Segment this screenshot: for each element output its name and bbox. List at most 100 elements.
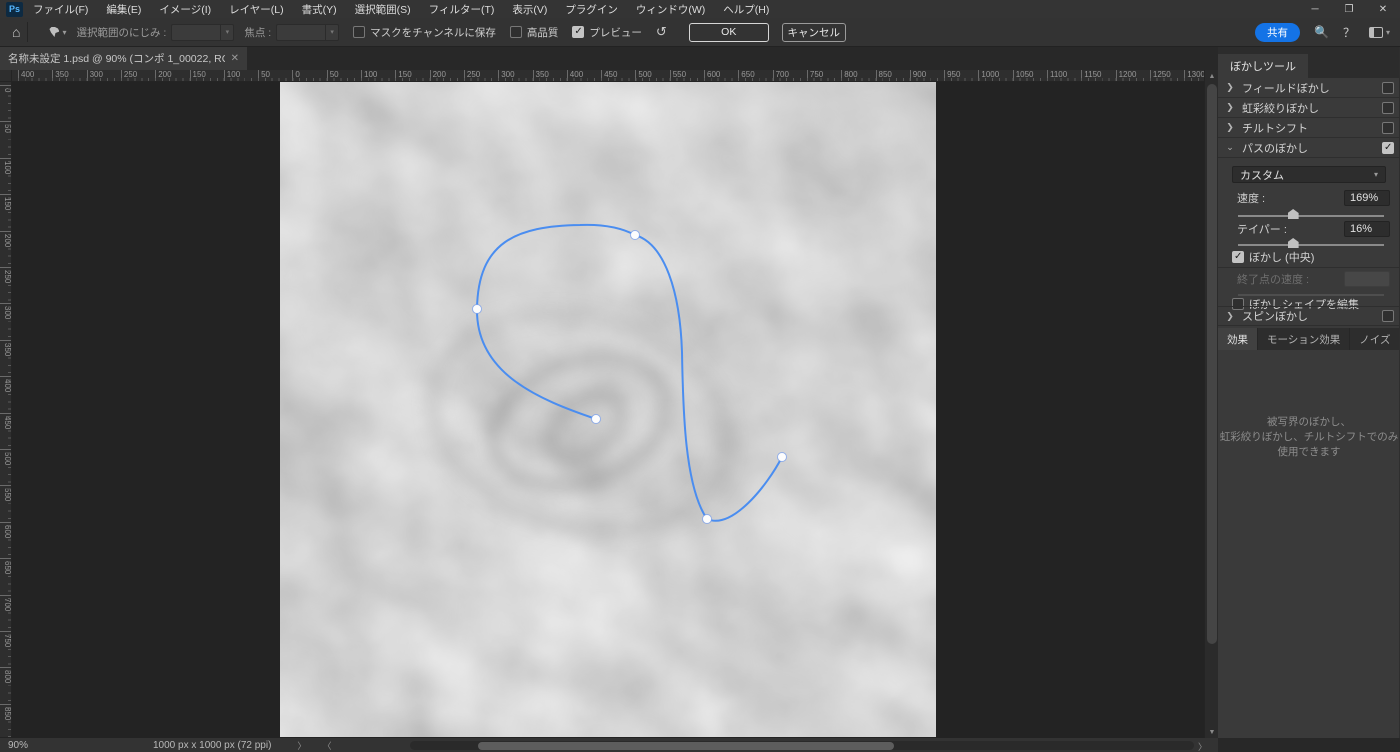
path-blur-overlay[interactable]: [280, 82, 936, 737]
vruler-label: 300: [0, 303, 11, 320]
hruler-label: 900: [909, 70, 926, 81]
blur-path-point-4[interactable]: [777, 452, 787, 462]
share-button[interactable]: 共有: [1255, 22, 1301, 42]
end-point-speed-row: 終了点の速度 :: [1237, 271, 1390, 287]
taper-slider-thumb[interactable]: [1287, 238, 1299, 248]
speed-slider-thumb[interactable]: [1287, 209, 1299, 219]
blur-preset-select[interactable]: カスタム ▾: [1232, 166, 1386, 183]
menu-item-4[interactable]: 書式(Y): [302, 2, 337, 17]
close-tab-icon[interactable]: ✕: [225, 53, 239, 64]
menu-item-2[interactable]: イメージ(I): [159, 2, 211, 17]
home-icon[interactable]: ⌂: [12, 24, 20, 40]
end-point-speed-label: 終了点の速度 :: [1237, 274, 1310, 286]
scroll-down-icon[interactable]: ▼: [1205, 726, 1219, 738]
taper-value-field[interactable]: 16%: [1344, 221, 1390, 237]
spin-blur-checkbox[interactable]: [1382, 310, 1394, 322]
panel-tab-bar: ぼかしツール: [1218, 47, 1400, 78]
menu-item-5[interactable]: 選択範囲(S): [355, 2, 411, 17]
pin-icon: [49, 27, 60, 37]
taper-slider[interactable]: [1238, 237, 1384, 248]
hruler-label: 800: [841, 70, 858, 81]
option-checkbox-row-0[interactable]: マスクをチャンネルに保存: [353, 25, 496, 40]
feather-input[interactable]: [171, 23, 222, 41]
document-tab[interactable]: 名称未設定 1.psd @ 90% (コンポ 1_00022, RGB/8#/C…: [0, 47, 247, 70]
speed-value-field[interactable]: 169%: [1344, 190, 1390, 206]
reset-icon[interactable]: ↺: [656, 24, 667, 40]
checkbox-icon[interactable]: [509, 26, 522, 38]
centered-blur-checkbox[interactable]: [1232, 251, 1244, 263]
ok-button[interactable]: OK: [688, 22, 769, 42]
checkbox-icon[interactable]: [572, 26, 585, 38]
hruler-label: 350: [532, 70, 549, 81]
effects-panel-body: 被写界のぼかし、 虹彩絞りぼかし、チルトシフトでのみ使用できます: [1218, 350, 1400, 724]
hruler-label: 650: [738, 70, 755, 81]
chevron-down-icon: ▾: [1385, 27, 1390, 37]
section-checkbox[interactable]: [1382, 121, 1394, 134]
section-checkbox[interactable]: [1382, 101, 1394, 114]
hruler-label: 250: [463, 70, 480, 81]
focus-input[interactable]: [276, 23, 327, 41]
section-2[interactable]: ❯ チルトシフト: [1218, 118, 1400, 138]
menu-item-3[interactable]: レイヤー(L): [229, 2, 284, 17]
status-menu-icon[interactable]: 〉: [297, 739, 306, 752]
feather-chevron-icon[interactable]: ▾: [221, 23, 235, 41]
horizontal-scroll-thumb[interactable]: [478, 741, 894, 750]
option-checkbox-row-1[interactable]: 高品質: [509, 25, 558, 40]
menu-item-0[interactable]: ファイル(F): [33, 2, 88, 17]
scroll-left-icon[interactable]: 〈: [322, 739, 331, 752]
focus-chevron-icon[interactable]: ▾: [326, 23, 340, 41]
menu-item-9[interactable]: ウィンドウ(W): [636, 2, 705, 17]
zoom-level-field[interactable]: 90%: [8, 740, 68, 751]
scroll-up-icon[interactable]: ▲: [1205, 70, 1219, 82]
section-spin-blur[interactable]: ❯ スピンぼかし: [1218, 306, 1400, 326]
tab-blur-tools[interactable]: ぼかしツール: [1218, 54, 1308, 78]
section-1[interactable]: ❯ 虹彩絞りぼかし: [1218, 98, 1400, 118]
tab-1[interactable]: モーション効果: [1258, 328, 1351, 350]
cancel-button[interactable]: キャンセル: [781, 22, 846, 42]
section-checkbox[interactable]: [1382, 141, 1394, 154]
hruler-label: 150: [189, 70, 206, 81]
vruler-label: 850: [0, 703, 11, 720]
blur-path-point-0[interactable]: [591, 414, 601, 424]
vertical-scroll-thumb[interactable]: [1207, 84, 1217, 644]
section-checkbox[interactable]: [1382, 81, 1394, 94]
hruler-label: 700: [772, 70, 789, 81]
section-3[interactable]: ⌄ パスのぼかし: [1218, 138, 1400, 158]
blur-path-point-2[interactable]: [630, 230, 640, 240]
menu-item-8[interactable]: プラグイン: [565, 2, 618, 17]
speed-slider[interactable]: [1238, 208, 1384, 219]
effects-tab-bar: 効果 モーション効果 ノイズ: [1218, 328, 1400, 350]
horizontal-scrollbar[interactable]: [410, 741, 1194, 750]
blur-path-point-3[interactable]: [702, 514, 712, 524]
menu-item-6[interactable]: フィルター(T): [429, 2, 495, 17]
close-icon[interactable]: ✕: [1366, 0, 1400, 18]
vruler-label: 350: [0, 339, 11, 356]
blur-path-curve: [475, 223, 783, 522]
minimize-icon[interactable]: ─: [1298, 0, 1332, 18]
maximize-icon[interactable]: ❐: [1332, 0, 1366, 18]
blur-path-point-1[interactable]: [472, 304, 482, 314]
checkbox-icon[interactable]: [353, 26, 366, 38]
hruler-label: 1200: [1115, 70, 1136, 81]
option-checkbox-row-2[interactable]: プレビュー: [572, 25, 642, 40]
divider: [1218, 267, 1400, 268]
help-icon[interactable]: ？: [1343, 24, 1355, 41]
section-label: パスのぼかし: [1242, 142, 1308, 155]
tab-2[interactable]: ノイズ: [1350, 328, 1400, 350]
menu-item-10[interactable]: ヘルプ(H): [723, 2, 769, 17]
blur-tool-icon[interactable]: ▾: [49, 27, 66, 37]
path-blur-settings: カスタム ▾ 速度 : 169% テイパー : 16% ぼかし (中央): [1218, 159, 1400, 311]
menu-item-1[interactable]: 編集(E): [106, 2, 141, 17]
scroll-right-icon[interactable]: 〉: [1198, 740, 1207, 752]
search-icon[interactable]: 🔍: [1314, 25, 1329, 39]
tab-0[interactable]: 効果: [1218, 328, 1258, 350]
chevron-down-icon: ⌄: [1226, 142, 1234, 152]
document-canvas[interactable]: [280, 82, 936, 737]
vertical-scrollbar[interactable]: ▲ ▼: [1204, 70, 1218, 738]
hruler-label: 1100: [1047, 70, 1067, 81]
section-0[interactable]: ❯ フィールドぼかし: [1218, 78, 1400, 98]
workspace-switcher[interactable]: ▾: [1368, 26, 1390, 38]
menu-item-7[interactable]: 表示(V): [512, 2, 547, 17]
vruler-label: 750: [0, 631, 11, 647]
centered-blur-checkbox-row[interactable]: ぼかし (中央): [1232, 249, 1314, 265]
